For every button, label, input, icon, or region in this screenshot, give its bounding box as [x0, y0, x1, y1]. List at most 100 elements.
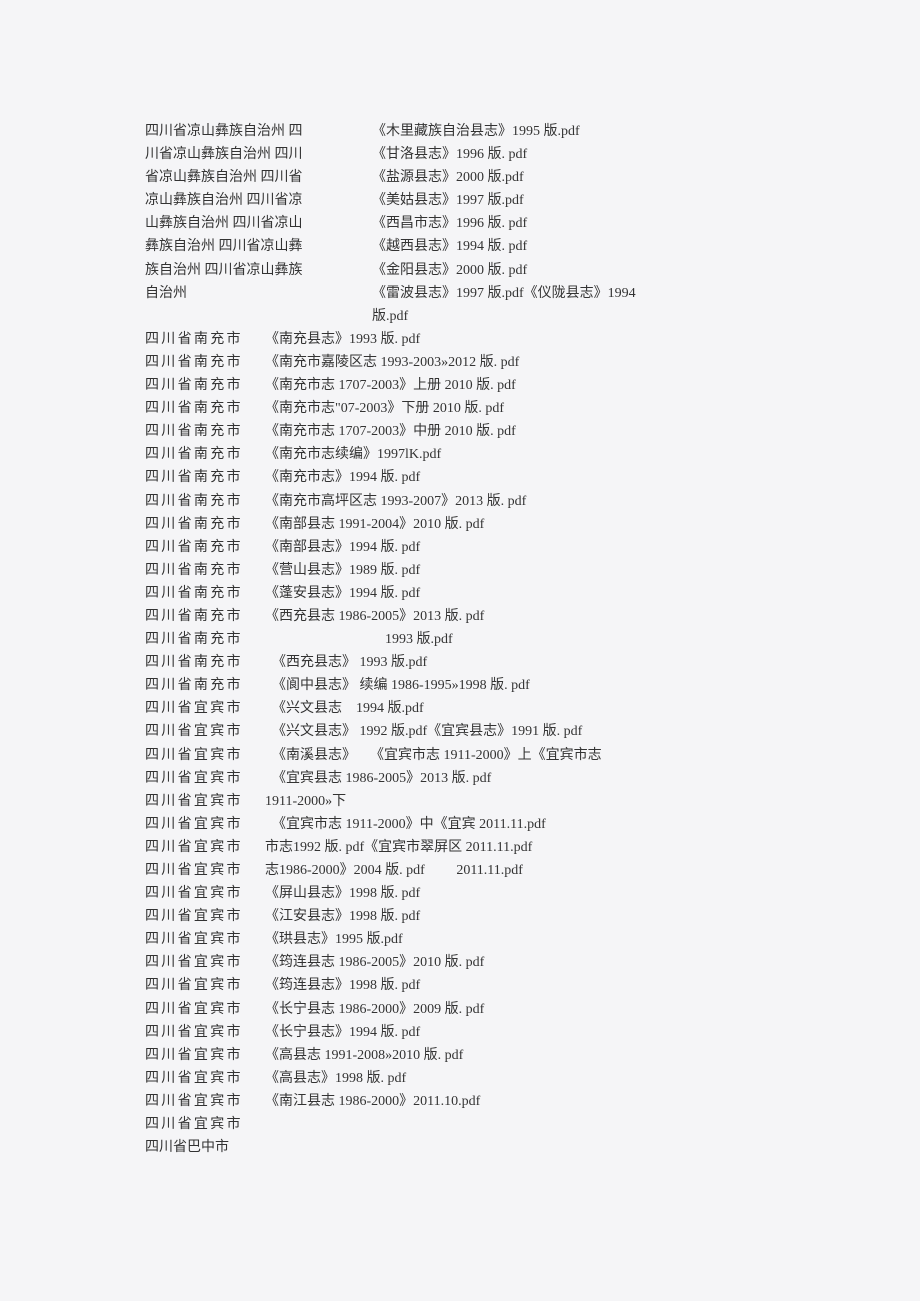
- file-label: 《长宁县志 1986-2000》2009 版. pdf: [265, 998, 775, 1021]
- region-label: 四川省南充市: [145, 397, 265, 420]
- file-label: 志1986-2000》2004 版. pdf 2011.11.pdf: [265, 859, 775, 882]
- file-label: 《南溪县志》 《宜宾市志 1911-2000》上《宜宾市志: [265, 744, 775, 767]
- region-label: 四川省南充市: [145, 628, 265, 651]
- list-row: 四川省宜宾市 《兴文县志》 1992 版.pdf《宜宾县志》1991 版. pd…: [145, 720, 775, 743]
- text-line: 《金阳县志》2000 版. pdf: [372, 259, 775, 282]
- list-row: 四川省南充市《南部县志 1991-2004》2010 版. pdf: [145, 513, 775, 536]
- file-label: 《屏山县志》1998 版. pdf: [265, 882, 775, 905]
- region-label: 四川省南充市: [145, 420, 265, 443]
- list-row: 四川省宜宾市《长宁县志》1994 版. pdf: [145, 1021, 775, 1044]
- file-label: 《南充市志》1994 版. pdf: [265, 466, 775, 489]
- file-label: 《宜宾市志 1911-2000》中《宜宾 2011.11.pdf: [265, 813, 775, 836]
- region-label: 四川省南充市: [145, 328, 265, 351]
- region-label: 四川省南充市: [145, 351, 265, 374]
- list-row: 四川省宜宾市: [145, 1113, 775, 1136]
- file-label: 《高县志》1998 版. pdf: [265, 1067, 775, 1090]
- list-row: 四川省南充市《西充县志 1986-2005》2013 版. pdf: [145, 605, 775, 628]
- list-row: 四川省南充市《南充市嘉陵区志 1993-2003»2012 版. pdf: [145, 351, 775, 374]
- list-row: 四川省南充市《南充市志"07-2003》下册 2010 版. pdf: [145, 397, 775, 420]
- region-label: 四川省宜宾市: [145, 836, 265, 859]
- list-row: 四川省南充市 《阆中县志》 续编 1986-1995»1998 版. pdf: [145, 674, 775, 697]
- region-label: 四川省南充市: [145, 513, 265, 536]
- region-label: 四川省宜宾市: [145, 744, 265, 767]
- region-label: 四川省宜宾市: [145, 951, 265, 974]
- file-label: 《南江县志 1986-2000》2011.10.pdf: [265, 1090, 775, 1113]
- list-row: 四川省南充市 《西充县志》 1993 版.pdf: [145, 651, 775, 674]
- region-label: 四川省宜宾市: [145, 720, 265, 743]
- file-label: 《兴文县志》 1992 版.pdf《宜宾县志》1991 版. pdf: [265, 720, 775, 743]
- text-line: 《越西县志》1994 版. pdf: [372, 235, 775, 258]
- region-label: 四川省宜宾市: [145, 928, 265, 951]
- text-line: 凉山彝族自治州 四川省凉: [145, 189, 360, 212]
- list-row: 四川省宜宾市 《兴文县志 1994 版.pdf: [145, 697, 775, 720]
- list-row: 四川省宜宾市《珙县志》1995 版.pdf: [145, 928, 775, 951]
- region-label: 四川省宜宾市: [145, 1067, 265, 1090]
- text-line: 四川省凉山彝族自治州 四: [145, 120, 360, 143]
- file-label: 《南充县志》1993 版. pdf: [265, 328, 775, 351]
- block1-wrapper: 四川省凉山彝族自治州 四 川省凉山彝族自治州 四川 省凉山彝族自治州 四川省 凉…: [145, 120, 775, 328]
- region-label: 四川省南充市: [145, 559, 265, 582]
- region-label: 四川省南充市: [145, 443, 265, 466]
- region-label: 四川省南充市: [145, 651, 265, 674]
- region-label: 四川省宜宾市: [145, 1113, 265, 1136]
- text-line: 彝族自治州 四川省凉山彝: [145, 235, 360, 258]
- list-row: 四川省宜宾市《南江县志 1986-2000》2011.10.pdf: [145, 1090, 775, 1113]
- list-row: 四川省南充市《蓬安县志》1994 版. pdf: [145, 582, 775, 605]
- list-row: 四川省宜宾市市志1992 版. pdf《宜宾市翠屏区 2011.11.pdf: [145, 836, 775, 859]
- file-label: 《西充县志》 1993 版.pdf: [265, 651, 775, 674]
- list-row: 四川省南充市《南充市高坪区志 1993-2007》2013 版. pdf: [145, 490, 775, 513]
- list-row: 四川省宜宾市1911-2000»下: [145, 790, 775, 813]
- region-label: 四川省南充市: [145, 605, 265, 628]
- file-label: 《长宁县志》1994 版. pdf: [265, 1021, 775, 1044]
- list-row: 四川省宜宾市 《宜宾市志 1911-2000》中《宜宾 2011.11.pdf: [145, 813, 775, 836]
- file-label: 《高县志 1991-2008»2010 版. pdf: [265, 1044, 775, 1067]
- list-row: 四川省南充市《营山县志》1989 版. pdf: [145, 559, 775, 582]
- region-label: 四川省宜宾市: [145, 882, 265, 905]
- list-row: 四川省宜宾市《筠连县志 1986-2005》2010 版. pdf: [145, 951, 775, 974]
- file-label: 《宜宾县志 1986-2005》2013 版. pdf: [265, 767, 775, 790]
- region-label: 四川省宜宾市: [145, 998, 265, 1021]
- file-label: 《南部县志 1991-2004》2010 版. pdf: [265, 513, 775, 536]
- list-row: 四川省宜宾市 《宜宾县志 1986-2005》2013 版. pdf: [145, 767, 775, 790]
- region-label: 四川省南充市: [145, 582, 265, 605]
- list-row: 四川省南充市《南充市志》1994 版. pdf: [145, 466, 775, 489]
- file-label: 市志1992 版. pdf《宜宾市翠屏区 2011.11.pdf: [265, 836, 775, 859]
- file-label: 1911-2000»下: [265, 790, 775, 813]
- region-label: 四川省宜宾市: [145, 905, 265, 928]
- text-line: 川省凉山彝族自治州 四川: [145, 143, 360, 166]
- region-label: 四川省宜宾市: [145, 767, 265, 790]
- region-label: 四川省宜宾市: [145, 1090, 265, 1113]
- region-label: 四川省南充市: [145, 466, 265, 489]
- text-line: 《西昌市志》1996 版. pdf: [372, 212, 775, 235]
- list-row: 四川省巴中市: [145, 1136, 775, 1159]
- block1-left-col: 四川省凉山彝族自治州 四 川省凉山彝族自治州 四川 省凉山彝族自治州 四川省 凉…: [145, 120, 360, 305]
- list-row: 四川省宜宾市 《南溪县志》 《宜宾市志 1911-2000》上《宜宾市志: [145, 744, 775, 767]
- file-label: 《兴文县志 1994 版.pdf: [265, 697, 775, 720]
- file-label: 《阆中县志》 续编 1986-1995»1998 版. pdf: [265, 674, 775, 697]
- block3-list: 四川省南充市1993 版.pdf四川省南充市 《西充县志》 1993 版.pdf…: [145, 628, 775, 1159]
- file-label: 《南充市志 1707-2003》上册 2010 版. pdf: [265, 374, 775, 397]
- text-line: 版.pdf: [372, 305, 775, 328]
- list-row: 四川省宜宾市《筠连县志》1998 版. pdf: [145, 974, 775, 997]
- file-label: 《南充市高坪区志 1993-2007》2013 版. pdf: [265, 490, 775, 513]
- region-label: 四川省宜宾市: [145, 813, 265, 836]
- text-line: 《盐源县志》2000 版.pdf: [372, 166, 775, 189]
- text-line: 族自治州 四川省凉山彝族: [145, 259, 360, 282]
- text-line: 《甘洛县志》1996 版. pdf: [372, 143, 775, 166]
- list-row: 四川省南充市《南部县志》1994 版. pdf: [145, 536, 775, 559]
- file-label: 1993 版.pdf: [265, 628, 775, 651]
- region-label: 四川省南充市: [145, 674, 265, 697]
- region-label: 四川省南充市: [145, 490, 265, 513]
- text-line: 自治州: [145, 282, 360, 305]
- region-label: 四川省宜宾市: [145, 1044, 265, 1067]
- region-label: 四川省宜宾市: [145, 974, 265, 997]
- block1-right-col: 《木里藏族自治县志》1995 版.pdf 《甘洛县志》1996 版. pdf 《…: [360, 120, 775, 328]
- list-row: 四川省宜宾市志1986-2000》2004 版. pdf 2011.11.pdf: [145, 859, 775, 882]
- file-label: 《蓬安县志》1994 版. pdf: [265, 582, 775, 605]
- list-row: 四川省宜宾市《长宁县志 1986-2000》2009 版. pdf: [145, 998, 775, 1021]
- text-line: 省凉山彝族自治州 四川省: [145, 166, 360, 189]
- block2-list: 四川省南充市《南充县志》1993 版. pdf四川省南充市《南充市嘉陵区志 19…: [145, 328, 775, 628]
- file-label: 《珙县志》1995 版.pdf: [265, 928, 775, 951]
- list-row: 四川省宜宾市《江安县志》1998 版. pdf: [145, 905, 775, 928]
- region-label: 四川省宜宾市: [145, 1021, 265, 1044]
